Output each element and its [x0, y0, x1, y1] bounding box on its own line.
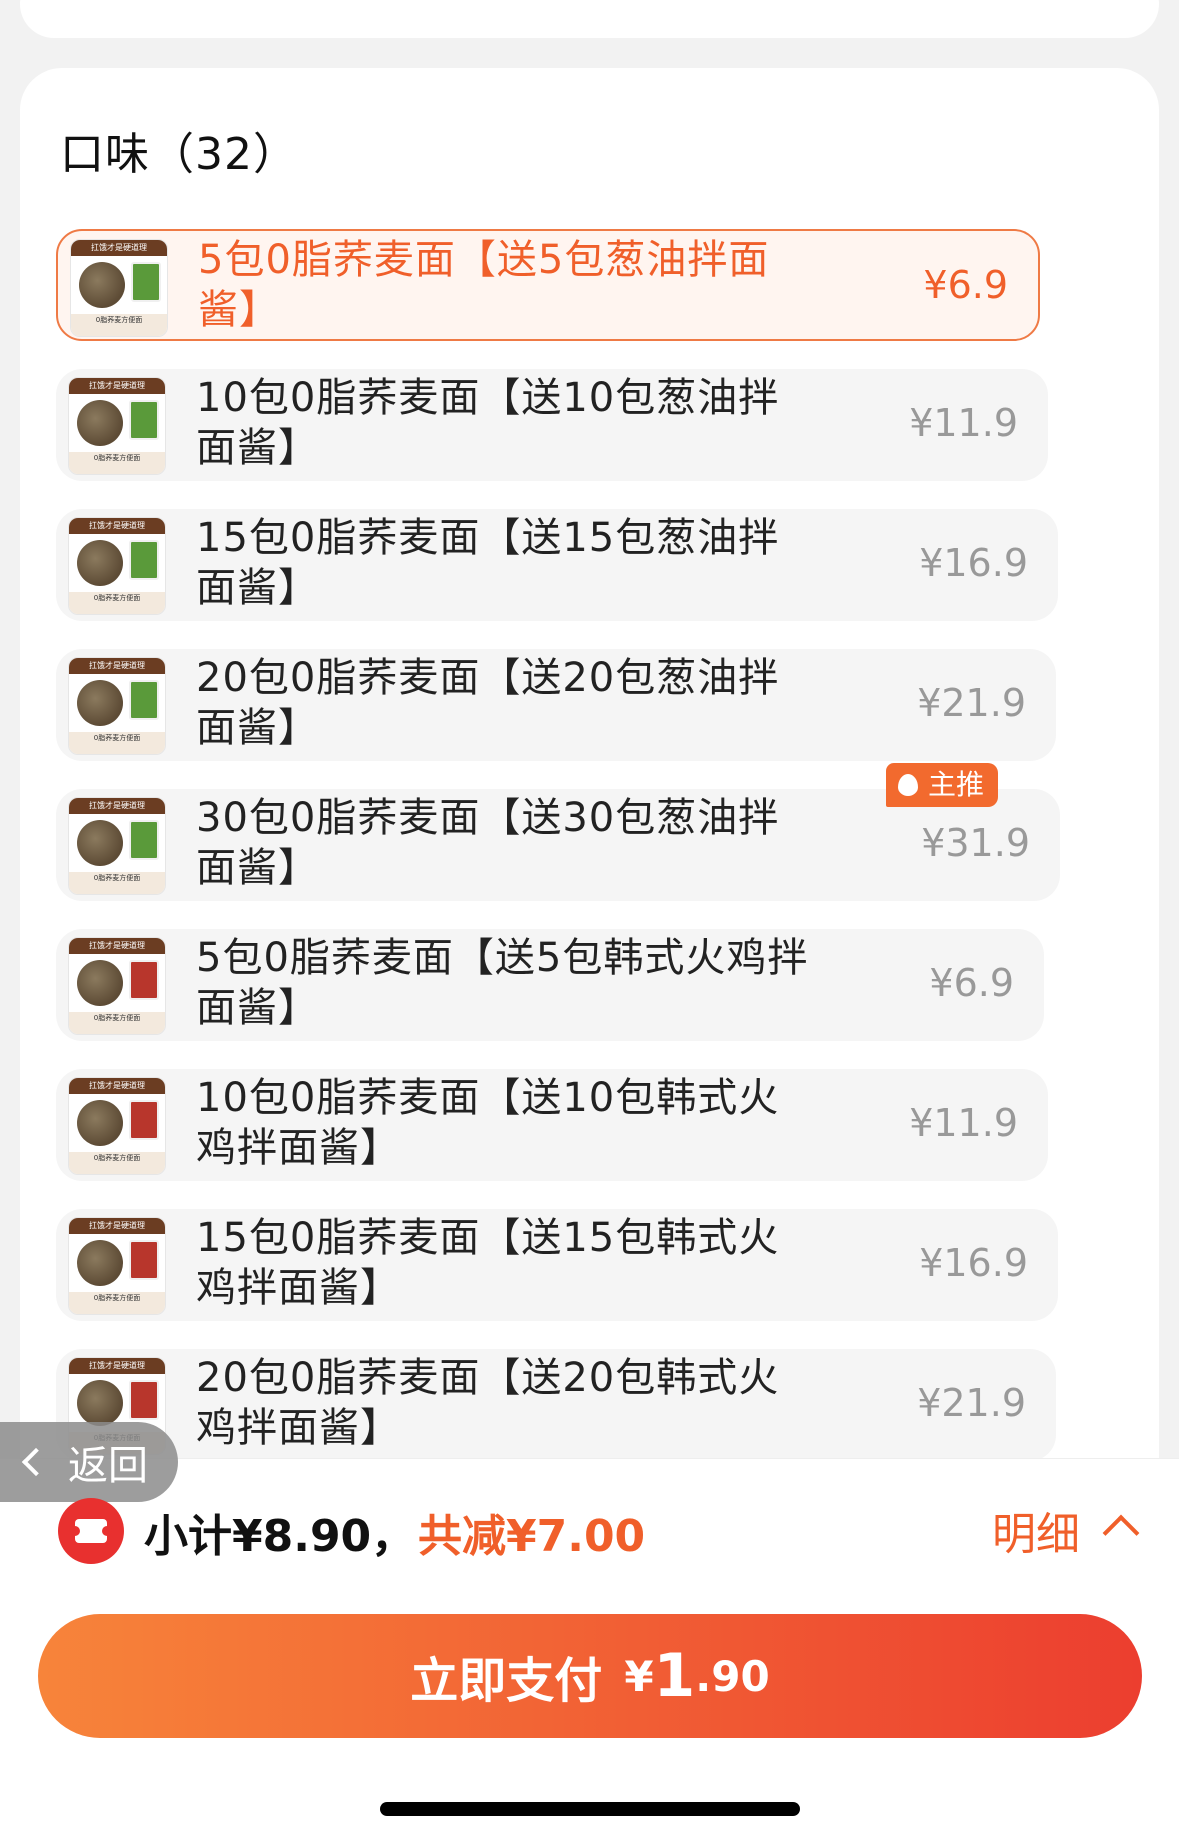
- option-price: ¥11.9: [909, 401, 1018, 445]
- option-label: 5包0脂荞麦面【送5包葱油拌面酱】: [198, 237, 770, 333]
- recommended-badge: 主推: [886, 763, 999, 807]
- flavor-option-4[interactable]: 扛饿才是硬道理 0脂荞麦方便面 20包0脂荞麦面【送20包葱油拌面酱】 ¥21.…: [56, 649, 1056, 761]
- pay-now-button[interactable]: 立即支付 ¥ 1 .90: [38, 1614, 1142, 1738]
- flavor-option-3[interactable]: 扛饿才是硬道理 0脂荞麦方便面 15包0脂荞麦面【送15包葱油拌面酱】 ¥16.…: [56, 509, 1058, 621]
- flavor-section-title: 口味（32）: [60, 129, 298, 180]
- option-price: ¥31.9: [921, 821, 1030, 865]
- option-label: 15包0脂荞麦面【送15包韩式火鸡拌面酱】: [196, 1215, 780, 1311]
- product-thumbnail: 扛饿才是硬道理 0脂荞麦方便面: [68, 797, 166, 895]
- subtotal-text: 小计¥8.90，: [144, 1511, 416, 1562]
- product-thumbnail: 扛饿才是硬道理 0脂荞麦方便面: [68, 657, 166, 755]
- previous-card: [20, 0, 1159, 38]
- flavor-option-1[interactable]: 扛饿才是硬道理 0脂荞麦方便面 5包0脂荞麦面【送5包葱油拌面酱】 ¥6.9: [56, 229, 1040, 341]
- product-thumbnail: 扛饿才是硬道理 0脂荞麦方便面: [68, 937, 166, 1035]
- option-label: 5包0脂荞麦面【送5包韩式火鸡拌面酱】: [196, 935, 809, 1031]
- back-button[interactable]: 返回: [0, 1422, 178, 1502]
- option-price: ¥6.9: [929, 961, 1014, 1005]
- option-price: ¥6.9: [923, 263, 1008, 307]
- flavor-option-8[interactable]: 扛饿才是硬道理 0脂荞麦方便面 15包0脂荞麦面【送15包韩式火鸡拌面酱】 ¥1…: [56, 1209, 1058, 1321]
- option-price: ¥21.9: [917, 1381, 1026, 1425]
- detail-toggle[interactable]: 明细: [992, 1498, 1080, 1562]
- product-thumbnail: 扛饿才是硬道理 0脂荞麦方便面: [68, 1077, 166, 1175]
- option-label: 20包0脂荞麦面【送20包葱油拌面酱】: [196, 655, 780, 751]
- coupon-icon: [58, 1498, 124, 1564]
- option-label: 15包0脂荞麦面【送15包葱油拌面酱】: [196, 515, 780, 611]
- flavor-option-2[interactable]: 扛饿才是硬道理 0脂荞麦方便面 10包0脂荞麦面【送10包葱油拌面酱】 ¥11.…: [56, 369, 1048, 481]
- flavor-option-6[interactable]: 扛饿才是硬道理 0脂荞麦方便面 5包0脂荞麦面【送5包韩式火鸡拌面酱】 ¥6.9: [56, 929, 1044, 1041]
- product-thumbnail: 扛饿才是硬道理 0脂荞麦方便面: [68, 517, 166, 615]
- product-thumbnail: 扛饿才是硬道理 0脂荞麦方便面: [68, 1217, 166, 1315]
- product-thumbnail: 扛饿才是硬道理 0脂荞麦方便面: [70, 239, 168, 337]
- fire-icon: [898, 774, 918, 796]
- discount-text: 共减¥7.00: [418, 1511, 646, 1562]
- option-price: ¥21.9: [917, 681, 1026, 725]
- option-label: 10包0脂荞麦面【送10包韩式火鸡拌面酱】: [196, 1075, 780, 1171]
- option-label: 30包0脂荞麦面【送30包葱油拌面酱】: [196, 795, 780, 891]
- option-price: ¥16.9: [919, 541, 1028, 585]
- option-price: ¥16.9: [919, 1241, 1028, 1285]
- home-indicator: [380, 1802, 800, 1816]
- option-label: 20包0脂荞麦面【送20包韩式火鸡拌面酱】: [196, 1355, 780, 1451]
- back-label: 返回: [68, 1443, 148, 1489]
- flavor-option-9[interactable]: 扛饿才是硬道理 0脂荞麦方便面 20包0脂荞麦面【送20包韩式火鸡拌面酱】 ¥2…: [56, 1349, 1056, 1461]
- product-thumbnail: 扛饿才是硬道理 0脂荞麦方便面: [68, 377, 166, 475]
- chevron-left-icon: [21, 1447, 51, 1477]
- option-label: 10包0脂荞麦面【送10包葱油拌面酱】: [196, 375, 780, 471]
- option-price: ¥11.9: [909, 1101, 1018, 1145]
- flavor-option-7[interactable]: 扛饿才是硬道理 0脂荞麦方便面 10包0脂荞麦面【送10包韩式火鸡拌面酱】 ¥1…: [56, 1069, 1048, 1181]
